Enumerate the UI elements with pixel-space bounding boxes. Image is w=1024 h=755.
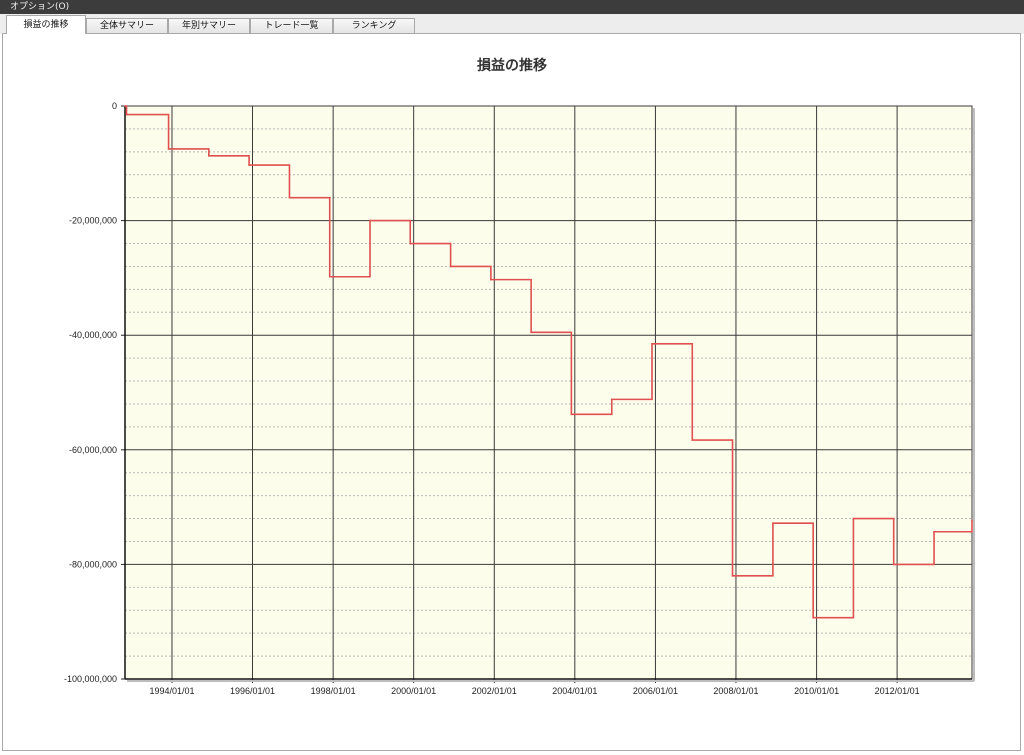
chart-panel: 損益の推移 0 -20,000,000 -40,000,000 -60,000,000…: [2, 33, 1021, 751]
x-tick-label: 2002/01/01: [472, 686, 517, 696]
x-tick-label: 1994/01/01: [149, 686, 194, 696]
data-point: [691, 439, 694, 441]
data-point: [772, 522, 774, 524]
data-point: [288, 196, 291, 199]
data-point: [248, 164, 250, 166]
y-tick-label: 0: [112, 101, 117, 111]
y-tick-label: -40,000,000: [69, 330, 117, 340]
data-point: [369, 219, 371, 222]
data-point: [892, 563, 895, 566]
data-point: [449, 265, 452, 268]
data-point: [167, 148, 170, 150]
data-point: [812, 616, 814, 619]
x-tick-label: 2010/01/01: [794, 686, 839, 696]
x-tick-label: 2004/01/01: [552, 686, 597, 696]
data-point: [731, 575, 734, 577]
tab-yearly-summary[interactable]: 年別サマリー: [168, 18, 250, 34]
options-menu[interactable]: オプション(O): [10, 0, 69, 14]
x-tick-label: 2012/01/01: [875, 686, 920, 696]
data-point: [933, 530, 935, 533]
y-tick-label: -100,000,000: [64, 674, 117, 684]
data-point: [570, 413, 573, 416]
tab-profit-trend[interactable]: 損益の推移: [6, 15, 86, 34]
data-point: [124, 105, 126, 107]
data-point: [651, 342, 653, 345]
x-tick-label: 2006/01/01: [633, 686, 678, 696]
tab-strip: 損益の推移 全体サマリー 年別サマリー トレード一覧 ランキング: [0, 14, 1024, 34]
data-point: [208, 155, 210, 157]
y-tick-label: -80,000,000: [69, 559, 117, 569]
tab-overall-summary[interactable]: 全体サマリー: [86, 18, 168, 34]
data-point: [409, 242, 412, 245]
data-point: [490, 278, 492, 281]
data-point: [125, 113, 128, 116]
data-point: [328, 275, 331, 278]
chart-title: 損益の推移: [477, 57, 547, 74]
y-tick-label: -60,000,000: [69, 445, 117, 455]
tab-ranking[interactable]: ランキング: [333, 18, 415, 34]
data-point: [971, 519, 973, 522]
data-point: [610, 398, 613, 401]
menu-bar: オプション(O): [0, 0, 1024, 14]
x-tick-label: 1996/01/01: [230, 686, 275, 696]
y-tick-label: -20,000,000: [69, 216, 117, 226]
data-point: [852, 517, 855, 520]
x-tick-label: 2000/01/01: [391, 686, 436, 696]
tab-trade-list[interactable]: トレード一覧: [250, 18, 333, 34]
x-tick-label: 1998/01/01: [311, 686, 356, 696]
x-tick-label: 2008/01/01: [713, 686, 758, 696]
data-point: [530, 331, 532, 334]
profit-chart: 損益の推移 0 -20,000,000 -40,000,000 -60,000,000…: [64, 57, 975, 696]
